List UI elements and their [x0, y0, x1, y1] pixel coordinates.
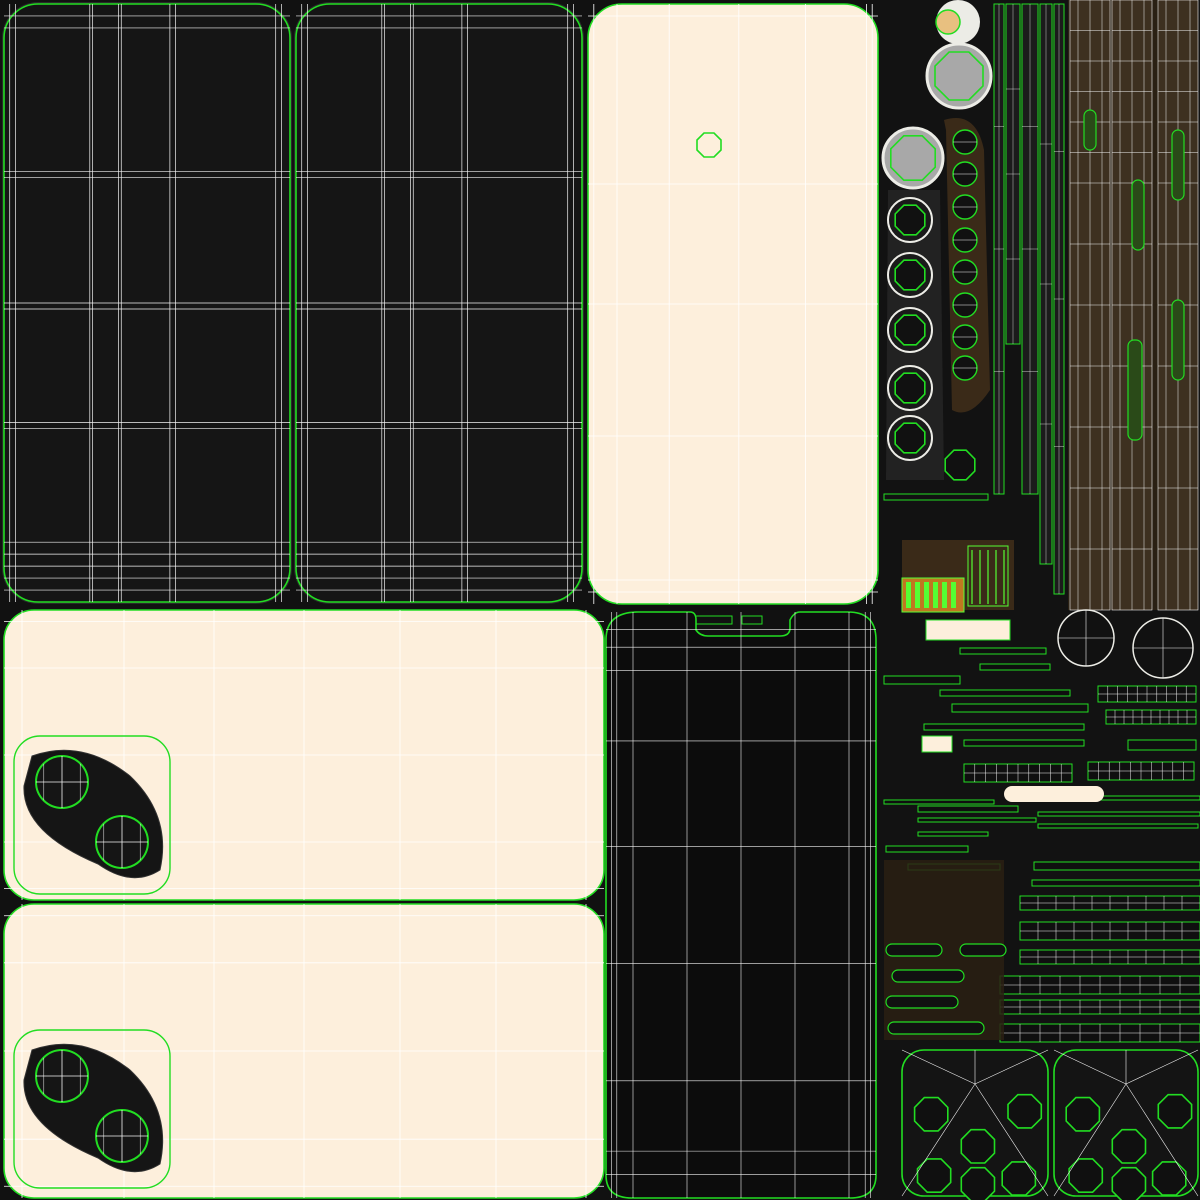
chip-pin — [942, 582, 947, 608]
slot-row — [963, 739, 1085, 747]
camera-lens-2 — [95, 1109, 149, 1163]
slot-row — [1033, 861, 1200, 871]
grille-hex — [1111, 1128, 1147, 1164]
grille-hex — [960, 1128, 996, 1164]
component-strip-right — [880, 0, 1200, 1050]
slot-row — [885, 845, 969, 853]
slot-row — [1031, 879, 1200, 887]
metal-disc-second-octagon — [889, 135, 937, 181]
pill-button — [885, 943, 943, 957]
camera-lens-1 — [35, 755, 89, 809]
speaker-octagon — [894, 422, 926, 454]
side-button-slot — [1131, 179, 1145, 251]
slot-row — [979, 663, 1051, 671]
grille-hex — [1111, 1166, 1147, 1200]
pill-button — [885, 995, 959, 1009]
grille-hex — [1151, 1161, 1187, 1196]
grille-hex — [1068, 1158, 1104, 1193]
speaker-octagon — [894, 314, 926, 346]
charging-port-icon — [921, 735, 953, 753]
pill-button — [959, 943, 1007, 957]
slot-row — [1037, 823, 1199, 829]
flash-icon — [935, 9, 961, 35]
chip-pin — [951, 582, 956, 608]
grille-hex — [913, 1096, 949, 1132]
slot-row — [951, 703, 1089, 713]
chip-pin — [924, 582, 929, 608]
chip-pin — [933, 582, 938, 608]
slot-row — [1037, 811, 1200, 817]
screen-panel-center — [605, 611, 877, 1199]
slot-row — [883, 675, 961, 685]
side-button-slot — [1171, 299, 1185, 381]
side-button-slot — [1083, 109, 1097, 151]
grille-hex — [1065, 1096, 1101, 1132]
camera-lens-1 — [35, 1049, 89, 1103]
slot-row — [923, 723, 1085, 731]
grille-disc-bottom — [944, 449, 976, 481]
chip-pin — [915, 582, 920, 608]
slot-row — [959, 647, 1047, 655]
grille-hex — [1157, 1093, 1193, 1129]
slot-row — [917, 831, 989, 837]
slot-row — [939, 689, 1071, 697]
side-button-slot — [1171, 129, 1185, 201]
cream-strip-component — [925, 619, 1011, 641]
speaker-octagon — [894, 259, 926, 291]
pill-button — [887, 1021, 985, 1035]
grille-hex — [916, 1158, 952, 1193]
pill-button — [891, 969, 965, 983]
slot-row — [883, 799, 995, 805]
grille-hex — [1007, 1093, 1043, 1129]
chip-pin — [906, 582, 911, 608]
metal-disc-octagon — [934, 51, 984, 101]
camera-lens-2 — [95, 815, 149, 869]
uv-texture-canvas — [0, 0, 1200, 1200]
slot-row — [917, 817, 1037, 823]
slot-row — [917, 805, 1019, 813]
grille-hex — [960, 1166, 996, 1200]
cream-pill — [1004, 786, 1104, 802]
speaker-octagon — [894, 372, 926, 404]
cream-panels-lower-left — [3, 609, 605, 1199]
grille-hex — [1001, 1161, 1037, 1196]
slot-row — [1127, 739, 1197, 751]
cream-panel-top-right — [587, 3, 879, 605]
side-button-slot — [1127, 339, 1143, 441]
speaker-octagon — [894, 204, 926, 236]
